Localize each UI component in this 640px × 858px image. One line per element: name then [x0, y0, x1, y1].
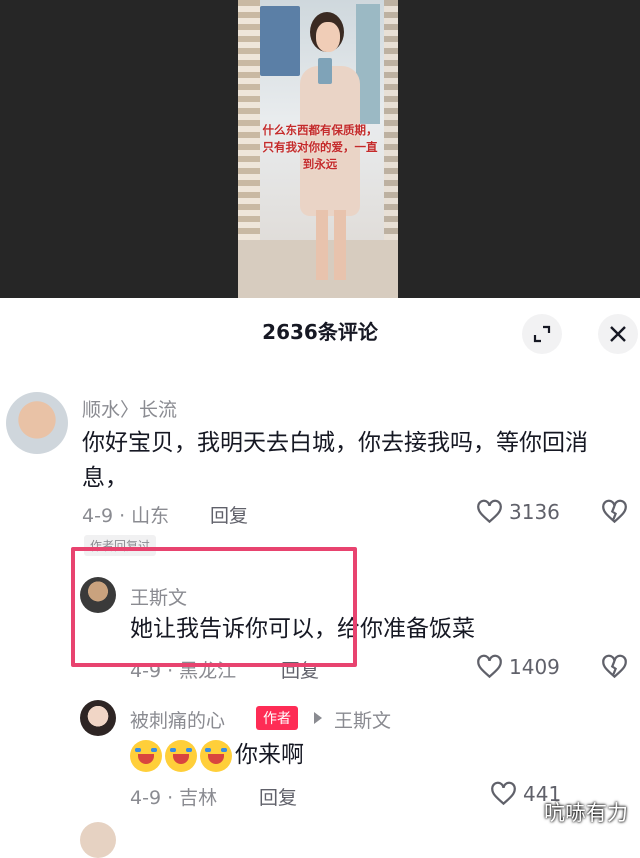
- like-button[interactable]: 1409: [476, 654, 560, 679]
- expand-icon: [533, 325, 551, 343]
- close-icon: [610, 326, 626, 342]
- background-shelf: [260, 6, 300, 76]
- heart-icon: [477, 654, 502, 679]
- avatar[interactable]: [80, 700, 116, 736]
- reply-text-content: 你来啊: [235, 742, 304, 768]
- author-badge: 作者: [256, 706, 298, 730]
- comment-meta: 4-9 · 山东: [82, 505, 170, 527]
- reply-arrow-icon: [314, 712, 322, 724]
- close-button[interactable]: [598, 314, 638, 354]
- like-button[interactable]: 3136: [476, 499, 560, 524]
- crying-emoji-icon: [200, 739, 232, 772]
- person-legs: [316, 210, 346, 280]
- watermark: 吭哧有力: [544, 801, 628, 825]
- comment-author-name[interactable]: 顺水〉长流: [82, 395, 177, 422]
- highlight-annotation-box: [71, 547, 357, 667]
- reply-meta: 4-9 · 吉林: [130, 787, 218, 809]
- dislike-button[interactable]: [601, 654, 628, 683]
- reply-text[interactable]: 你来啊: [130, 738, 430, 773]
- reply-to-name[interactable]: 王斯文: [334, 706, 391, 733]
- avatar[interactable]: [6, 392, 68, 454]
- crying-emoji-icon: [165, 739, 197, 772]
- reply-button[interactable]: 回复: [210, 501, 248, 528]
- person-phone: [318, 58, 332, 84]
- heart-icon: [477, 499, 502, 524]
- broken-heart-icon: [602, 654, 627, 679]
- like-count: 1409: [509, 654, 560, 679]
- reply-button[interactable]: 回复: [259, 783, 297, 810]
- person-face: [316, 22, 340, 52]
- expand-button[interactable]: [522, 314, 562, 354]
- dislike-button[interactable]: [601, 499, 628, 528]
- crying-emoji-icon: [130, 739, 162, 772]
- like-count: 3136: [509, 499, 560, 524]
- heart-icon: [491, 781, 516, 806]
- comment-text[interactable]: 你好宝贝，我明天去白城，你去接我吗，等你回消息，: [82, 426, 612, 496]
- video-caption: 什么东西都有保质期，只有我对你的爱，一直到永远: [262, 123, 378, 171]
- reply-author-name[interactable]: 被刺痛的心: [130, 706, 225, 733]
- broken-heart-icon: [602, 499, 627, 524]
- avatar[interactable]: [80, 822, 116, 858]
